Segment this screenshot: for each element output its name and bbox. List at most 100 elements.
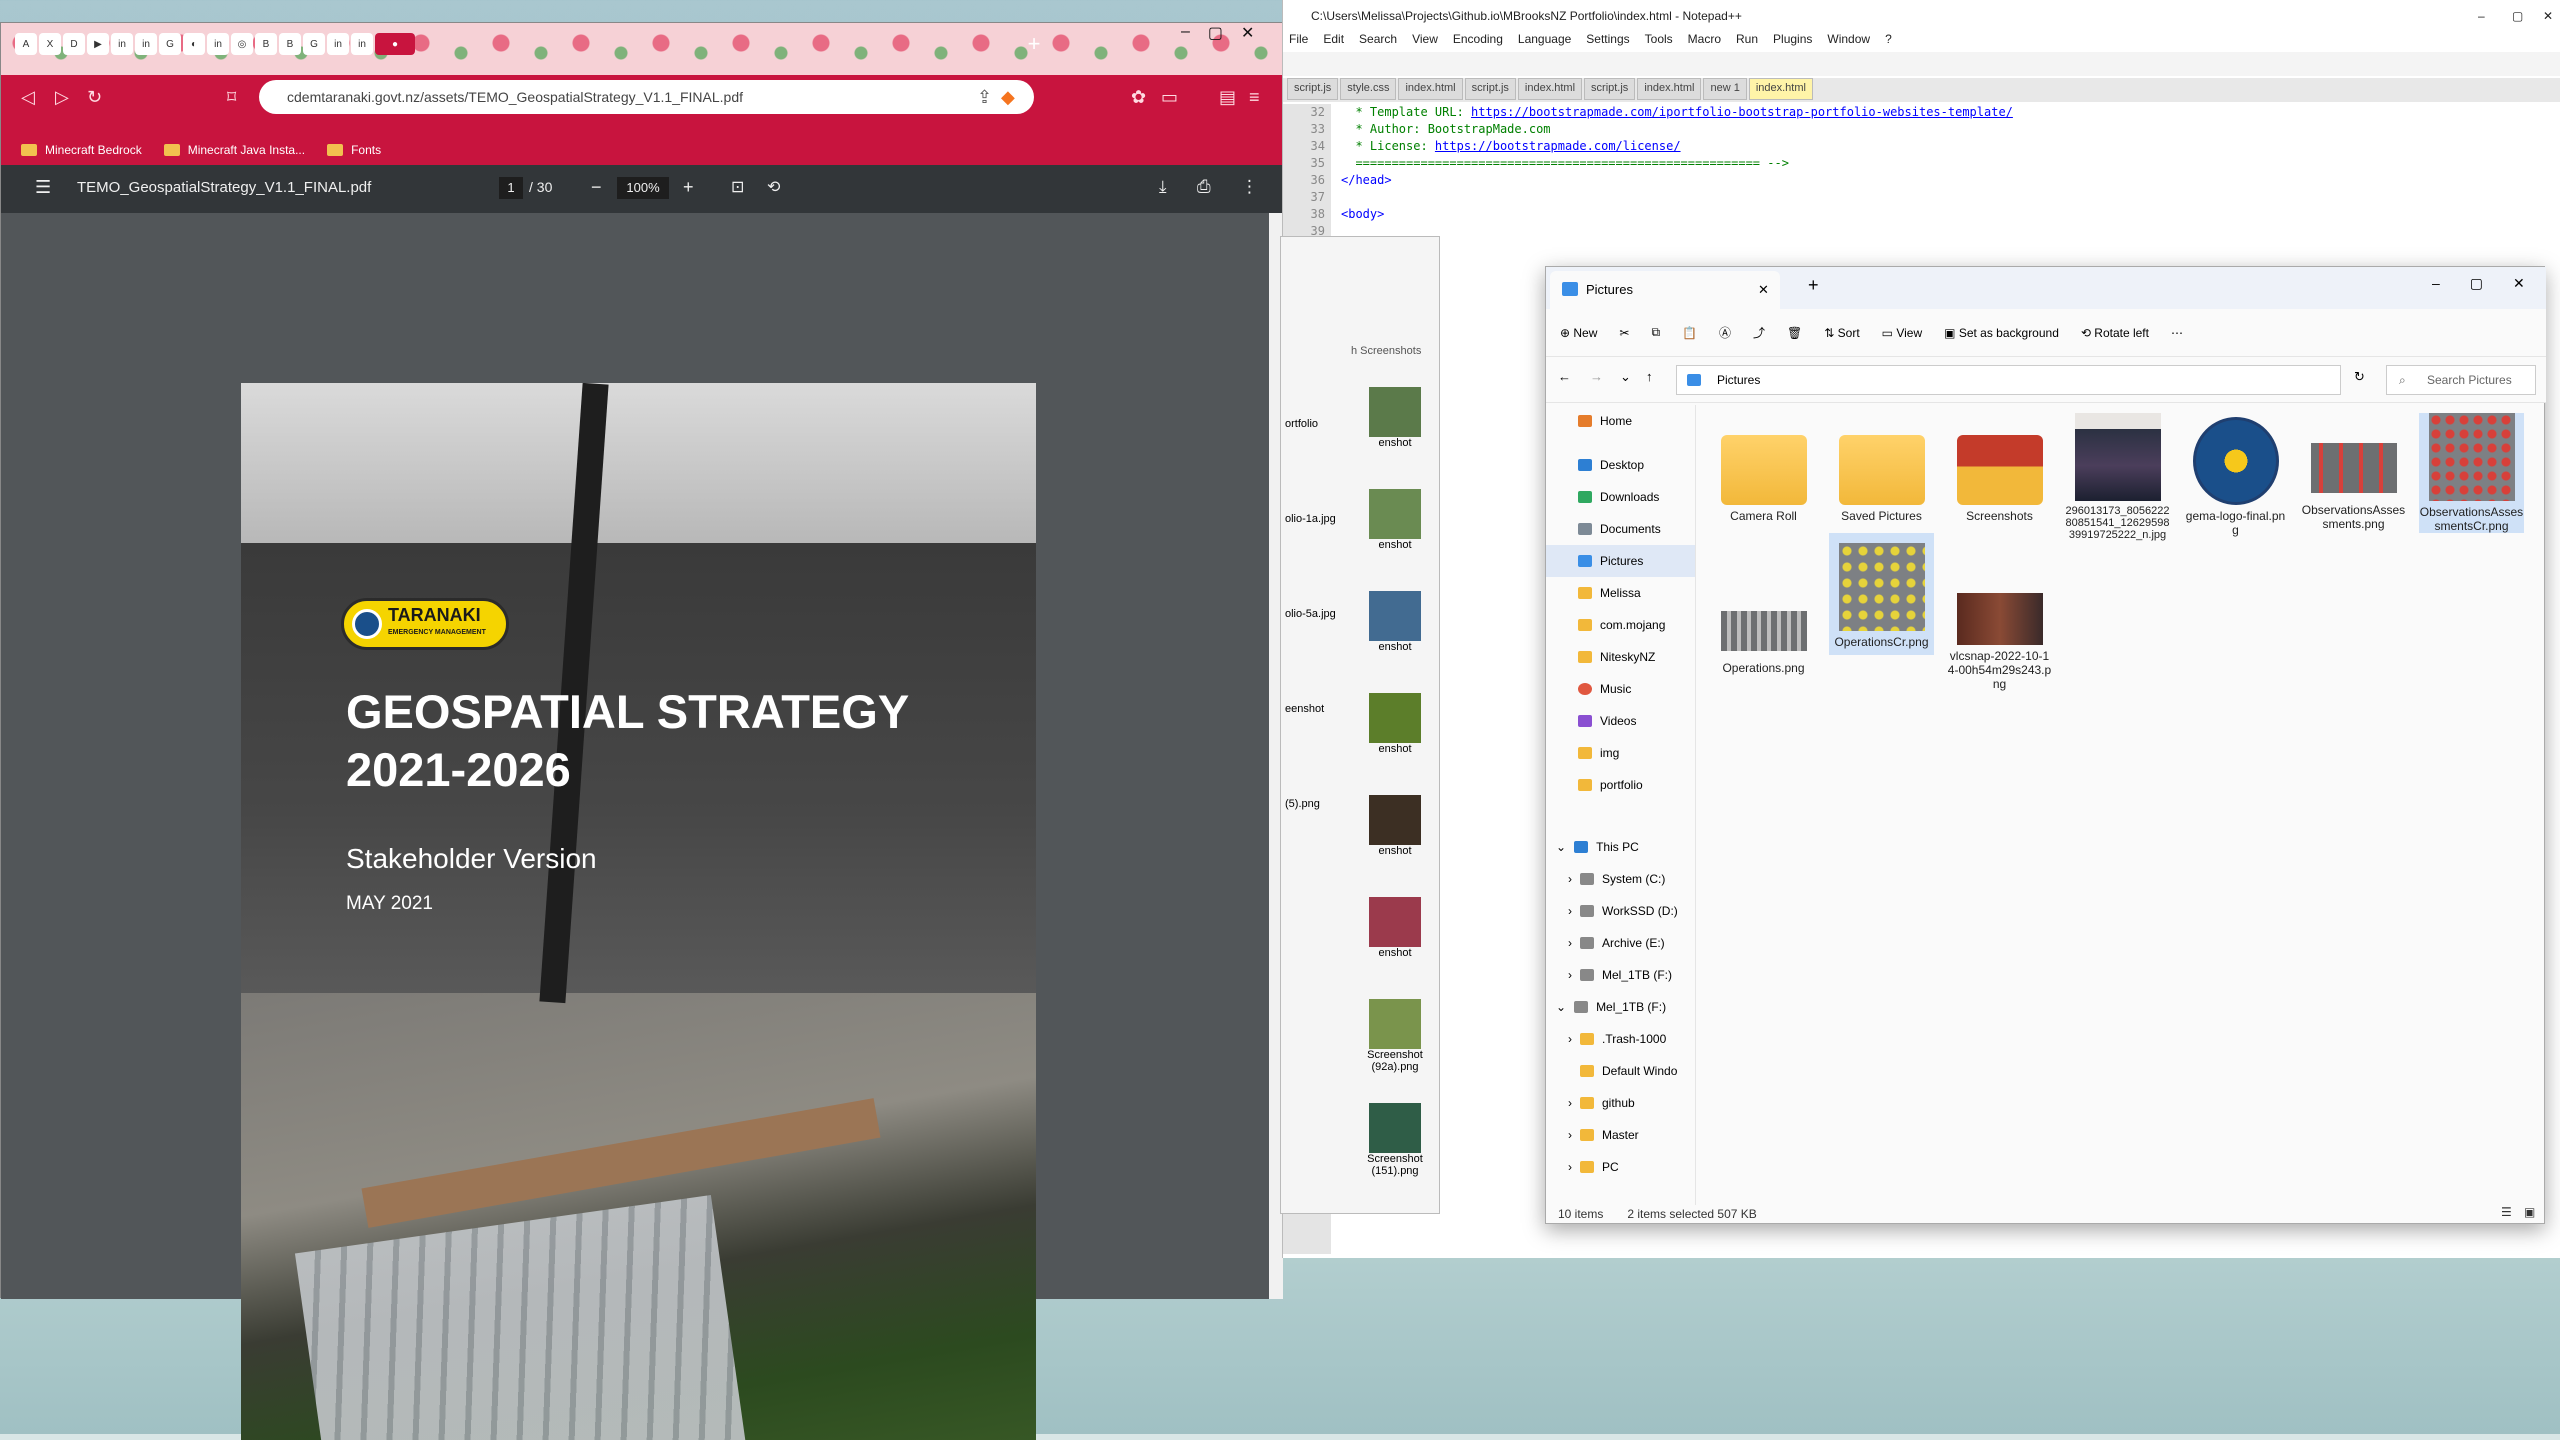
menu-language[interactable]: Language [1518,32,1571,52]
chevron-right-icon[interactable]: › [1568,936,1572,950]
menu-plugins[interactable]: Plugins [1773,32,1812,52]
nav-item-drive-e[interactable]: › Archive (E:) [1546,927,1695,959]
back-search-text[interactable]: h Screenshots [1351,345,1421,357]
chevron-right-icon[interactable]: › [1568,1128,1572,1142]
view-button[interactable]: ▭ View [1882,326,1922,340]
menu-macro[interactable]: Macro [1688,32,1721,52]
file-item[interactable]: Screenshots [1947,417,2052,523]
chevron-right-icon[interactable]: › [1568,1032,1572,1046]
license-url-link[interactable]: https://bootstrapmade.com/license/ [1435,139,1681,153]
menu-view[interactable]: View [1412,32,1438,52]
bookmark-item[interactable]: Minecraft Bedrock [21,143,142,157]
new-tab-icon[interactable]: + [1021,31,1047,57]
thumbnail-image[interactable] [1369,591,1421,641]
maximize-icon[interactable]: ▢ [1208,23,1223,43]
npp-tab[interactable]: script.js [1287,78,1339,100]
reload-icon[interactable]: ↻ [87,87,102,108]
nav-item-desktop[interactable]: Desktop [1546,449,1695,481]
menu-search[interactable]: Search [1359,32,1397,52]
nav-item-portfolio[interactable]: portfolio [1546,769,1695,801]
nav-item-com-mojang[interactable]: com.mojang [1546,609,1695,641]
up-icon[interactable]: ↑ [1646,369,1653,384]
page-number-input[interactable]: 1 [499,177,523,199]
thumbnail-image[interactable] [1369,693,1421,743]
nav-item-pictures[interactable]: Pictures [1546,545,1695,577]
file-item[interactable]: ObservationsAssessments.png [2301,417,2406,531]
menu-edit[interactable]: Edit [1323,32,1344,52]
sort-button[interactable]: ⇅ Sort [1824,326,1859,340]
tiles-view-icon[interactable]: ▣ [2524,1205,2535,1219]
nav-item-master[interactable]: › Master [1546,1119,1695,1151]
new-tab-icon[interactable]: + [1808,275,1819,296]
search-input[interactable]: ⌕ Search Pictures [2386,365,2536,395]
rotate-left-button[interactable]: ⟲ Rotate left [2081,326,2149,340]
details-view-icon[interactable]: ☰ [2501,1205,2512,1219]
nav-item-melissa[interactable]: Melissa [1546,577,1695,609]
thumbnail-image[interactable] [1369,489,1421,539]
share-icon[interactable]: ⤴ [1753,324,1765,341]
nav-item-downloads[interactable]: Downloads [1546,481,1695,513]
forward-icon[interactable]: ▷ [55,87,69,108]
extensions-icon[interactable]: ✿ [1131,87,1146,108]
more-icon[interactable]: ⋯ [2171,326,2183,340]
zoom-out-icon[interactable]: − [591,177,602,198]
menu-settings[interactable]: Settings [1586,32,1629,52]
npp-tab[interactable]: style.css [1340,78,1397,100]
address-bar[interactable]: Pictures [1676,365,2341,395]
chevron-right-icon[interactable]: › [1568,1160,1572,1174]
menu-run[interactable]: Run [1736,32,1758,52]
chevron-right-icon[interactable]: › [1568,904,1572,918]
menu-encoding[interactable]: Encoding [1453,32,1503,52]
menu-window[interactable]: Window [1827,32,1870,52]
browser-tab[interactable]: G [303,33,325,55]
nav-item-videos[interactable]: Videos [1546,705,1695,737]
npp-tab[interactable]: index.html [1637,78,1702,100]
close-tab-icon[interactable]: ✕ [1758,271,1769,309]
browser-tab[interactable]: B [255,33,277,55]
menu-icon[interactable]: ☰ [35,177,51,198]
npp-tab[interactable]: new 1 [1703,78,1747,100]
delete-icon[interactable]: 🗑 [1787,326,1802,340]
browser-tab[interactable]: ◎ [231,33,253,55]
npp-tab-active[interactable]: index.html [1748,78,1813,100]
wallet-icon[interactable]: ▤ [1219,87,1236,108]
template-url-link[interactable]: https://bootstrapmade.com/iportfolio-boo… [1471,105,2013,119]
bookmark-icon[interactable]: ⌑ [227,87,236,108]
browser-tab[interactable]: in [135,33,157,55]
npp-tab[interactable]: script.js [1584,78,1636,100]
forward-icon[interactable]: → [1590,369,1603,384]
chevron-right-icon[interactable]: › [1568,872,1572,886]
chevron-right-icon[interactable]: › [1568,1096,1572,1110]
bookmark-item[interactable]: Minecraft Java Insta... [163,143,305,157]
nav-item-pc[interactable]: › PC [1546,1151,1695,1183]
menu-tools[interactable]: Tools [1645,32,1673,52]
paste-icon[interactable]: 📋 [1682,326,1697,340]
download-icon[interactable]: ⤓ [1159,177,1167,197]
nav-item-drive-d[interactable]: › WorkSSD (D:) [1546,895,1695,927]
cut-icon[interactable]: ✂ [1619,326,1629,340]
browser-tab[interactable]: X [39,33,61,55]
chevron-down-icon[interactable]: ⌄ [1556,840,1566,854]
thumbnail-image[interactable] [1369,1103,1421,1153]
minimize-icon[interactable]: – [2432,275,2440,292]
browser-tab[interactable]: in [207,33,229,55]
rotate-icon[interactable]: ⟲ [767,177,780,197]
browser-tab[interactable]: in [327,33,349,55]
nav-item-niteskynz[interactable]: NiteskyNZ [1546,641,1695,673]
more-icon[interactable]: ⋮ [1241,177,1258,197]
maximize-icon[interactable]: ▢ [2470,275,2483,292]
nav-item-img[interactable]: img [1546,737,1695,769]
menu-help[interactable]: ? [1885,32,1892,52]
close-icon[interactable]: ✕ [2513,275,2525,292]
nav-item-drive-f[interactable]: › Mel_1TB (F:) [1546,959,1695,991]
npp-tab[interactable]: script.js [1464,78,1516,100]
set-background-button[interactable]: ▣ Set as background [1944,326,2059,340]
npp-tab[interactable]: index.html [1517,78,1583,100]
close-icon[interactable]: ✕ [1241,23,1254,43]
recent-icon[interactable]: ⌄ [1620,369,1631,385]
browser-tab-active[interactable]: ● [375,33,415,55]
nav-item-home[interactable]: Home [1546,405,1695,437]
brave-shield-icon[interactable]: ◆ [1001,87,1015,108]
thumbnail-image[interactable] [1369,999,1421,1049]
browser-tab[interactable]: ◐ [183,33,205,55]
